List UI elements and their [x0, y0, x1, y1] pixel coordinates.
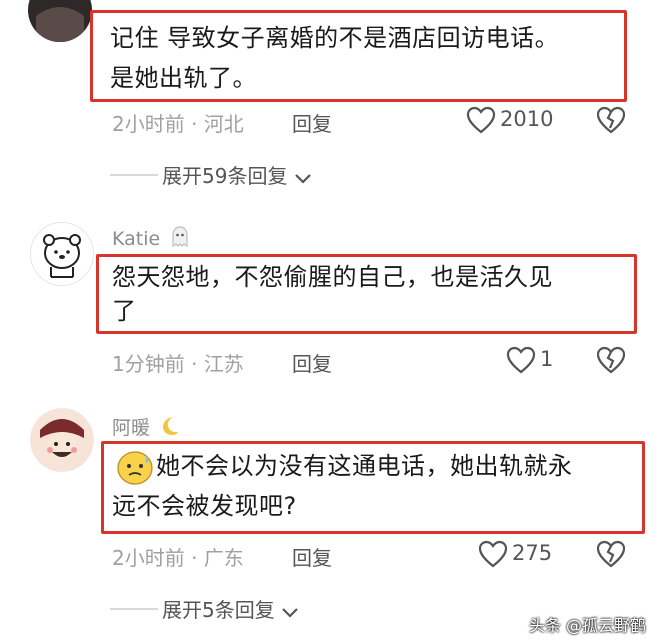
comment-line: 远不会被发现吧? — [112, 492, 297, 520]
avatar[interactable] — [28, 0, 92, 42]
comment-time: 2小时前 — [112, 112, 185, 136]
avatar[interactable] — [30, 408, 94, 472]
meta-separator: · — [191, 112, 198, 136]
username[interactable]: Katie — [112, 226, 190, 253]
reply-button[interactable]: 回复 — [292, 542, 332, 571]
expand-label: 展开59条回复 — [162, 164, 288, 188]
meta-separator: · — [191, 352, 198, 376]
comment-time: 2小时前 — [112, 546, 185, 570]
comment-location: 河北 — [203, 112, 244, 136]
meta-separator: · — [191, 546, 198, 570]
comment-time: 1分钟前 — [112, 352, 185, 376]
username-text: Katie — [112, 228, 161, 250]
comment-line: 了 — [112, 297, 137, 325]
comment-meta: 2小时前 · 河北 — [112, 108, 244, 137]
like-count: 275 — [512, 541, 553, 565]
broken-heart-icon[interactable] — [596, 540, 626, 568]
watermark: 头条 @孤云野鹤 — [528, 616, 646, 635]
expand-replies-button[interactable]: 展开5条回复 — [162, 594, 299, 624]
comment-line: 怨天怨地，不怨偷腥的自己，也是活久见 — [112, 263, 553, 291]
moon-emoji-icon — [160, 415, 180, 442]
heart-icon[interactable] — [466, 106, 496, 134]
comment-line: 是她出轨了。 — [110, 64, 257, 92]
comment-location: 江苏 — [203, 352, 244, 376]
like-count: 2010 — [500, 107, 554, 131]
chevron-down-icon — [281, 600, 299, 624]
avatar[interactable] — [30, 222, 94, 286]
comment-meta: 2小时前 · 广东 — [112, 542, 244, 571]
reply-button[interactable]: 回复 — [292, 348, 332, 377]
comment-meta: 1分钟前 · 江苏 — [112, 348, 244, 377]
expand-divider — [110, 608, 158, 610]
username[interactable]: 阿暖 — [112, 413, 180, 442]
comment-line: 她不会以为没有这通电话，她出轨就永 — [156, 452, 573, 480]
heart-icon[interactable] — [478, 540, 508, 568]
comment-text: 怨天怨地，不怨偷腥的自己，也是活久见 了 — [112, 257, 553, 331]
chevron-down-icon — [294, 166, 312, 190]
comment-location: 广东 — [203, 546, 244, 570]
reply-button[interactable]: 回复 — [292, 108, 332, 137]
username-text: 阿暖 — [112, 417, 151, 439]
ghost-emoji-icon — [170, 226, 190, 253]
comment-text: 记住 导致女子离婚的不是酒店回访电话。 是她出轨了。 — [110, 18, 559, 98]
broken-heart-icon[interactable] — [596, 346, 626, 374]
expand-divider — [110, 174, 158, 176]
like-count: 1 — [540, 347, 554, 371]
heart-icon[interactable] — [506, 346, 536, 374]
comment-line: 记住 导致女子离婚的不是酒店回访电话。 — [110, 24, 560, 52]
broken-heart-icon[interactable] — [596, 106, 626, 134]
expand-label: 展开5条回复 — [162, 598, 275, 622]
expand-replies-button[interactable]: 展开59条回复 — [162, 160, 312, 190]
comment-text: 她不会以为没有这通电话，她出轨就永 远不会被发现吧? — [112, 446, 573, 526]
